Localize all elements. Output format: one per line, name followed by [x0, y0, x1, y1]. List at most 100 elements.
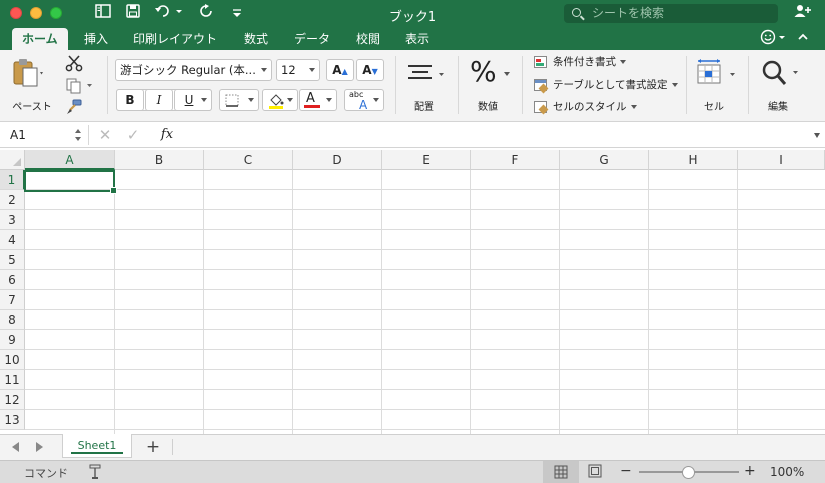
grow-font-button[interactable]: A▲ — [326, 59, 354, 81]
conditional-formatting-button[interactable]: 条件付き書式 — [534, 55, 626, 71]
scroll-sheets-right-icon[interactable] — [36, 442, 43, 452]
zoom-out-button[interactable]: − — [620, 463, 632, 479]
worksheet-grid[interactable]: ABCDEFGHI 1 2 3 4 5 6 7 8 9 10 11 12 13 — [0, 150, 825, 434]
chevron-down-icon — [630, 105, 637, 109]
paste-button[interactable]: ペースト — [10, 56, 54, 114]
bold-button[interactable]: B — [116, 89, 144, 111]
column-gridline — [737, 170, 738, 434]
search-input[interactable]: シートを検索 — [564, 4, 778, 23]
row-header-12[interactable]: 12 — [0, 390, 25, 410]
borders-button[interactable] — [219, 89, 259, 111]
row-header-13[interactable]: 13 — [0, 410, 25, 430]
magnifier-icon — [762, 60, 798, 85]
italic-button[interactable]: I — [145, 89, 173, 111]
row-gridline — [25, 249, 825, 250]
column-header-c[interactable]: C — [204, 150, 293, 170]
name-box[interactable]: A1 — [6, 125, 84, 145]
add-sheet-button[interactable]: + — [144, 436, 162, 458]
row-header-6[interactable]: 6 — [0, 270, 25, 290]
group-separator — [522, 56, 523, 114]
divider — [88, 125, 89, 145]
group-separator — [395, 56, 396, 114]
enter-check-icon[interactable]: ✓ — [124, 125, 142, 145]
zoom-in-button[interactable]: + — [744, 463, 756, 479]
sheet-tab-sheet1[interactable]: Sheet1 — [62, 434, 132, 458]
column-header-h[interactable]: H — [649, 150, 738, 170]
alignment-button[interactable]: 配置 — [402, 56, 450, 114]
conditional-format-icon — [534, 56, 547, 68]
search-placeholder: シートを検索 — [592, 6, 665, 20]
cells-button[interactable]: セル — [692, 56, 738, 114]
format-painter-icon[interactable] — [65, 98, 87, 116]
row-header-7[interactable]: 7 — [0, 290, 25, 310]
add-user-icon[interactable] — [792, 4, 814, 24]
zoom-slider-handle[interactable] — [682, 466, 695, 479]
tab-insert[interactable]: 挿入 — [84, 28, 108, 50]
row-header-11[interactable]: 11 — [0, 370, 25, 390]
row-header-5[interactable]: 5 — [0, 250, 25, 270]
row-gridline — [25, 369, 825, 370]
shrink-font-button[interactable]: A▼ — [356, 59, 384, 81]
number-format-button[interactable]: % 数値 — [464, 56, 514, 114]
font-name-select[interactable]: 游ゴシック Regular (本... — [115, 59, 272, 81]
underline-button[interactable]: U — [174, 89, 212, 111]
row-header-2[interactable]: 2 — [0, 190, 25, 210]
smiley-feedback-icon[interactable] — [758, 29, 788, 49]
page-layout-icon — [588, 464, 602, 478]
select-all-button[interactable] — [0, 150, 25, 170]
tab-data[interactable]: データ — [294, 28, 330, 50]
percent-icon: % — [470, 55, 497, 88]
status-mode: コマンド — [24, 467, 68, 480]
page-layout-view-button[interactable] — [588, 464, 606, 480]
cells-label: セル — [704, 102, 724, 113]
zoom-level[interactable]: 100% — [770, 465, 804, 479]
column-header-f[interactable]: F — [471, 150, 560, 170]
formula-input[interactable] — [184, 125, 804, 145]
clipboard-icon — [13, 59, 43, 87]
column-header-d[interactable]: D — [293, 150, 382, 170]
format-as-table-button[interactable]: テーブルとして書式設定 — [534, 78, 678, 94]
tab-formulas[interactable]: 数式 — [244, 28, 268, 50]
row-header-8[interactable]: 8 — [0, 310, 25, 330]
font-color-button[interactable]: A — [299, 89, 337, 111]
copy-icon[interactable] — [65, 77, 97, 95]
row-header-10[interactable]: 10 — [0, 350, 25, 370]
column-gridline — [470, 170, 471, 434]
cancel-icon[interactable]: ✕ — [96, 125, 114, 145]
insert-function-button[interactable]: fx — [156, 125, 178, 145]
expand-formula-bar-icon[interactable] — [814, 133, 820, 138]
row-header-3[interactable]: 3 — [0, 210, 25, 230]
tab-page-layout[interactable]: 印刷レイアウト — [133, 28, 217, 50]
column-header-g[interactable]: G — [560, 150, 649, 170]
editing-button[interactable]: 編集 — [756, 56, 806, 114]
scroll-sheets-left-icon[interactable] — [12, 442, 19, 452]
format-as-table-icon — [534, 79, 549, 94]
paint-bucket-icon — [269, 94, 284, 109]
cut-icon[interactable] — [65, 54, 87, 72]
alignment-label: 配置 — [414, 102, 434, 113]
tab-home[interactable]: ホーム — [12, 28, 68, 50]
sheet-tab-bar: Sheet1 + — [0, 434, 825, 460]
cell-styles-label: セルのスタイル — [553, 101, 627, 113]
borders-icon — [225, 94, 239, 107]
font-size-select[interactable]: 12 — [276, 59, 320, 81]
group-separator — [686, 56, 687, 114]
row-header-1[interactable]: 1 — [0, 170, 25, 190]
tab-review[interactable]: 校閲 — [356, 28, 380, 50]
row-gridline — [25, 229, 825, 230]
column-header-i[interactable]: I — [738, 150, 825, 170]
cell-styles-button[interactable]: セルのスタイル — [534, 100, 637, 116]
fill-color-button[interactable] — [262, 89, 298, 111]
tab-view[interactable]: 表示 — [405, 28, 429, 50]
row-header-4[interactable]: 4 — [0, 230, 25, 250]
row-gridline — [25, 389, 825, 390]
active-cell-a1[interactable] — [24, 170, 117, 194]
collapse-ribbon-icon[interactable] — [796, 29, 810, 49]
phonetic-guide-button[interactable]: abc A — [344, 89, 384, 112]
column-header-a[interactable]: A — [25, 150, 115, 170]
row-header-9[interactable]: 9 — [0, 330, 25, 350]
column-header-e[interactable]: E — [382, 150, 471, 170]
column-header-b[interactable]: B — [115, 150, 204, 170]
normal-view-button[interactable] — [543, 461, 579, 483]
macro-record-icon[interactable] — [87, 464, 105, 480]
